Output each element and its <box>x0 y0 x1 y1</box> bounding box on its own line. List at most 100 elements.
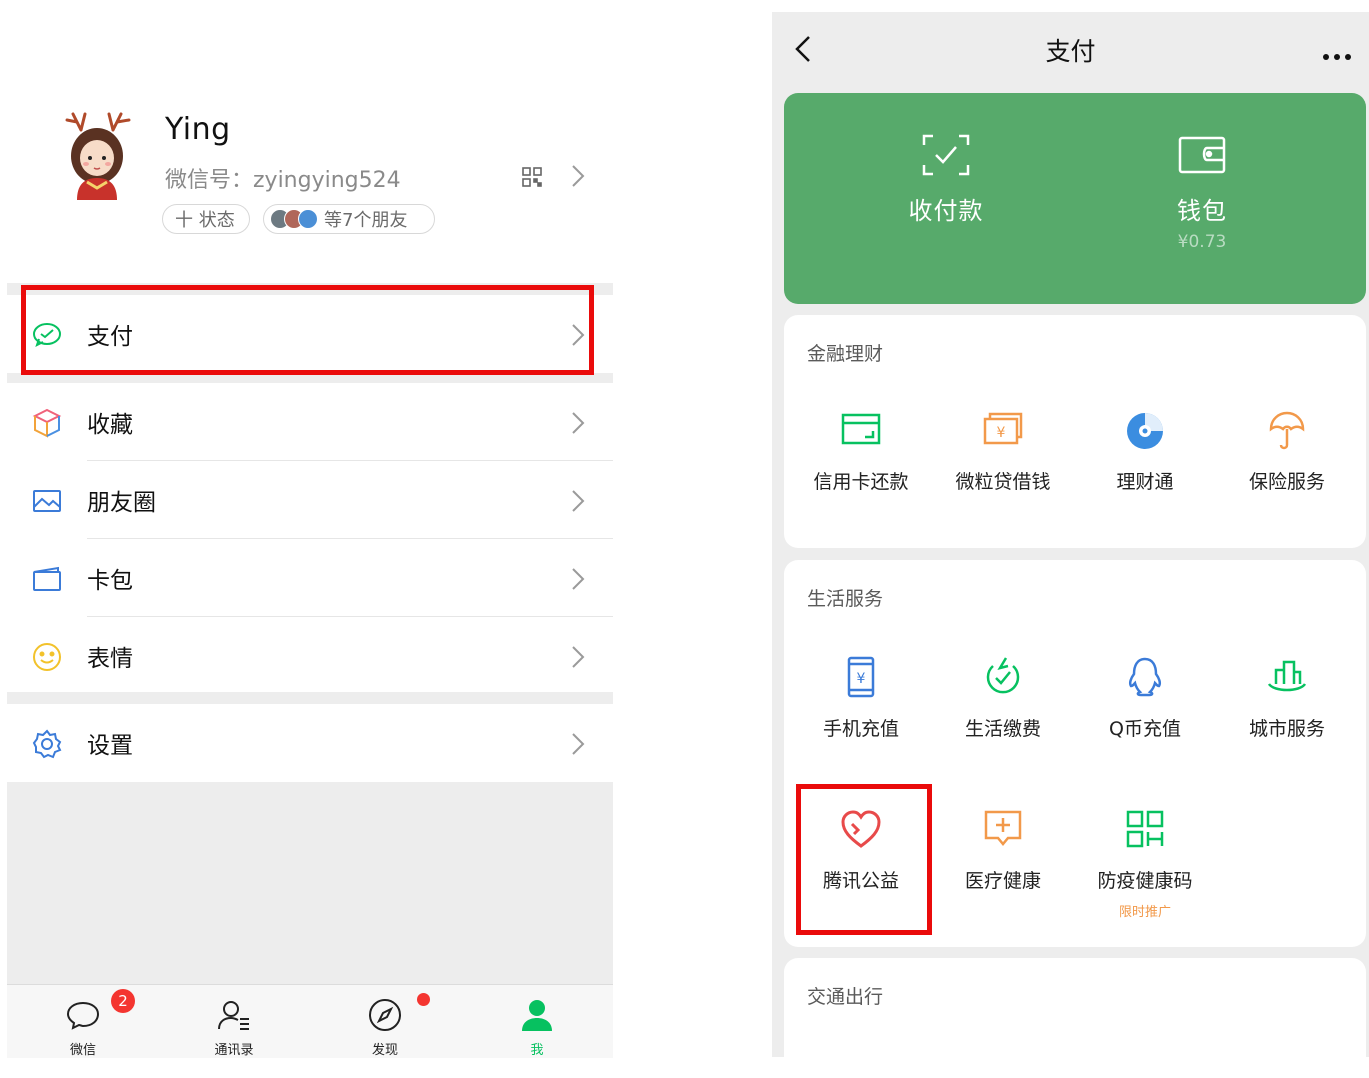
avatar[interactable] <box>59 108 137 200</box>
chevron-right-icon <box>571 645 585 673</box>
status-button[interactable]: 十 状态 <box>162 204 250 234</box>
finance-section: 金融理财 信用卡还款 ¥ 微粒贷借钱 理财通 保险服务 <box>784 315 1366 548</box>
person-icon <box>519 997 555 1033</box>
menu-label: 朋友圈 <box>87 490 156 516</box>
svg-text:¥: ¥ <box>997 425 1006 441</box>
tab-me[interactable]: 我 <box>477 985 597 1058</box>
tab-discover[interactable]: 发现 <box>325 985 445 1058</box>
scan-check-icon <box>922 134 970 176</box>
empty-area <box>7 782 613 984</box>
section-title: 交通出行 <box>807 986 884 1008</box>
tab-label: 我 <box>530 1043 544 1058</box>
status-label: 十 状态 <box>175 210 235 231</box>
service-label: 防疫健康码 <box>1097 870 1193 892</box>
section-title: 生活服务 <box>807 588 884 610</box>
tab-bar: 2 微信 通讯录 发现 我 <box>7 984 613 1058</box>
smile-icon <box>31 641 63 673</box>
menu-label: 收藏 <box>87 412 133 438</box>
wallet-label: 钱包 <box>1177 197 1227 225</box>
chevron-right-icon <box>571 411 585 439</box>
unread-badge: 2 <box>111 989 135 1013</box>
menu-item-settings[interactable]: 设置 <box>7 704 613 782</box>
tab-label: 通讯录 <box>214 1043 254 1058</box>
wallet-icon <box>1178 136 1226 174</box>
medical-icon <box>984 810 1022 846</box>
menu-item-favorites[interactable]: 收藏 <box>7 383 613 461</box>
highlight-box <box>796 784 932 935</box>
wallet-balance: ¥0.73 <box>1177 232 1227 252</box>
service-label: 微粒贷借钱 <box>955 471 1051 493</box>
page-title: 支付 <box>1045 37 1096 66</box>
service-label: 信用卡还款 <box>813 471 909 493</box>
menu-item-moments[interactable]: 朋友圈 <box>7 461 613 539</box>
umbrella-icon <box>1269 411 1305 450</box>
service-health-code[interactable]: 防疫健康码 限时推广 <box>1074 806 1216 920</box>
chevron-right-icon[interactable] <box>571 164 585 192</box>
phone-topup-icon: ¥ <box>847 656 875 698</box>
receive-pay-button[interactable]: 收付款 <box>846 133 1046 226</box>
service-q-coin[interactable]: Q币充值 <box>1074 654 1216 741</box>
service-loan[interactable]: ¥ 微粒贷借钱 <box>932 407 1074 494</box>
city-icon <box>1267 660 1307 692</box>
chevron-right-icon <box>571 567 585 595</box>
service-label: 手机充值 <box>822 718 899 740</box>
section-title: 金融理财 <box>807 343 884 365</box>
service-utility[interactable]: 生活缴费 <box>932 654 1074 741</box>
chevron-right-icon <box>571 732 585 760</box>
service-phone-topup[interactable]: ¥ 手机充值 <box>790 654 932 741</box>
wealth-icon <box>1127 413 1163 449</box>
service-label: 城市服务 <box>1248 718 1325 740</box>
menu-label: 设置 <box>87 733 133 759</box>
tab-chats[interactable]: 2 微信 <box>23 985 143 1058</box>
highlight-box <box>21 285 594 375</box>
qq-penguin-icon <box>1128 657 1162 697</box>
more-dots-icon <box>1323 54 1351 60</box>
service-label: Q币充值 <box>1109 718 1181 740</box>
card-wallet-icon <box>31 563 63 595</box>
tab-label: 微信 <box>69 1043 96 1058</box>
service-insurance[interactable]: 保险服务 <box>1216 407 1358 494</box>
receive-pay-label: 收付款 <box>908 197 984 225</box>
friends-status-button[interactable]: 等7个朋友 <box>263 204 435 234</box>
pay-header-card: 收付款 钱包 ¥0.73 <box>784 93 1366 304</box>
menu-item-cards[interactable]: 卡包 <box>7 539 613 617</box>
pay-page: 支付 收付款 钱包 ¥0.73 金融理财 信用卡还款 ¥ 微粒贷借钱 理财通 保… <box>772 12 1369 1078</box>
service-label: 理财通 <box>1116 471 1174 493</box>
tab-label: 发现 <box>371 1043 398 1058</box>
friends-label: 等7个朋友 <box>324 210 408 231</box>
credit-card-icon <box>841 413 881 445</box>
wechat-id: 微信号：zyingying524 <box>165 168 401 193</box>
wallet-button[interactable]: 钱包 ¥0.73 <box>1102 133 1302 252</box>
me-page: Ying 微信号：zyingying524 十 状态 等7个朋友 支付 收藏 朋… <box>7 0 613 1058</box>
service-label: 保险服务 <box>1248 471 1325 493</box>
utility-icon <box>986 657 1020 694</box>
friend-avatars <box>270 209 318 229</box>
compass-icon <box>367 997 403 1033</box>
qr-code-icon[interactable] <box>521 166 543 188</box>
section-gap <box>7 692 613 704</box>
image-icon <box>31 485 63 517</box>
menu-label: 表情 <box>87 646 133 672</box>
chat-bubble-icon <box>65 997 101 1033</box>
service-medical[interactable]: 医疗健康 <box>932 806 1074 893</box>
cube-icon <box>31 407 63 439</box>
qr-code-icon <box>1126 810 1164 848</box>
profile-name: Ying <box>165 112 231 147</box>
gear-icon <box>31 728 63 760</box>
service-label: 医疗健康 <box>964 870 1041 892</box>
loan-icon: ¥ <box>983 412 1023 445</box>
transport-section: 交通出行 <box>784 958 1366 1078</box>
more-button[interactable] <box>1322 46 1352 65</box>
service-city[interactable]: 城市服务 <box>1216 654 1358 741</box>
promo-tag: 限时推广 <box>1118 905 1171 920</box>
contacts-icon <box>216 997 252 1033</box>
new-dot <box>417 993 430 1006</box>
service-label: 生活缴费 <box>964 718 1041 740</box>
tab-contacts[interactable]: 通讯录 <box>174 985 294 1058</box>
service-wealth[interactable]: 理财通 <box>1074 407 1216 494</box>
svg-text:¥: ¥ <box>857 671 866 687</box>
service-credit-card[interactable]: 信用卡还款 <box>790 407 932 494</box>
menu-item-stickers[interactable]: 表情 <box>7 617 613 695</box>
chevron-right-icon <box>571 489 585 517</box>
menu-label: 卡包 <box>87 568 133 594</box>
